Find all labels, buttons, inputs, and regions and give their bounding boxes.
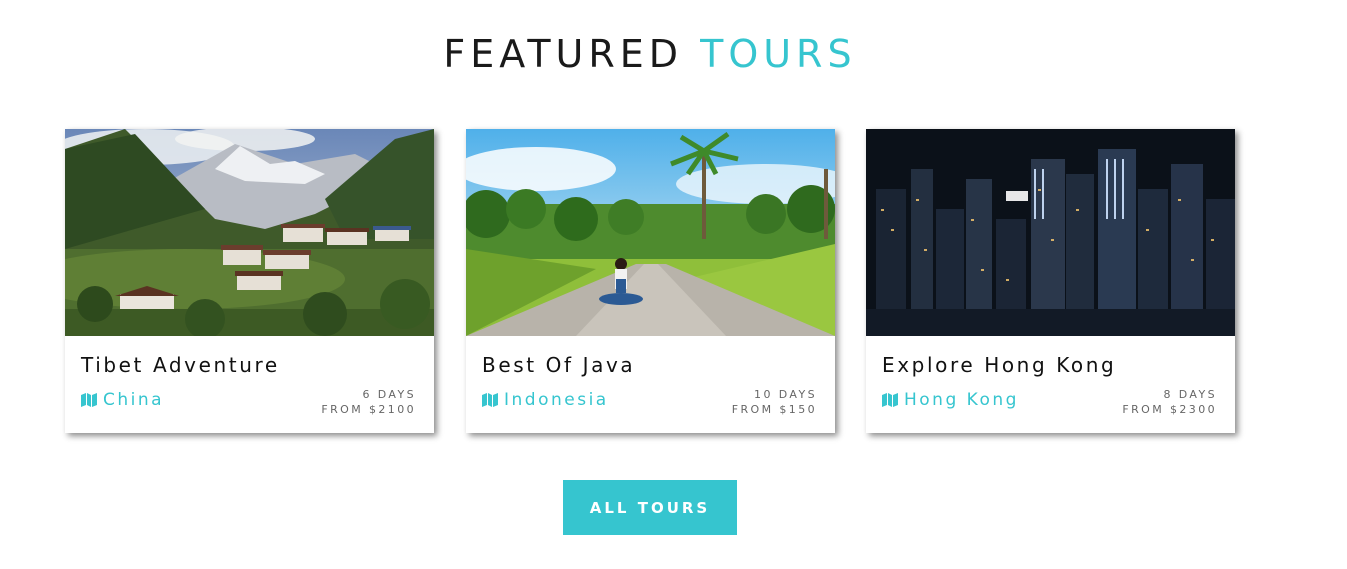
tour-location-label: Hong Kong (904, 390, 1019, 410)
tour-duration: 8 DAYS (1163, 388, 1217, 401)
tour-card[interactable]: Best Of Java Indonesia 10 DAYS FROM $150 (466, 129, 835, 433)
tour-meta: 10 DAYS FROM $150 (732, 387, 817, 417)
tour-location-label: Indonesia (504, 390, 609, 410)
tour-title[interactable]: Explore Hong Kong (882, 353, 1116, 377)
all-tours-button[interactable]: ALL TOURS (563, 480, 737, 535)
section-title-accent: TOURS (700, 32, 857, 76)
tour-location: Indonesia (482, 390, 609, 410)
map-icon (882, 393, 898, 407)
map-icon (81, 393, 97, 407)
tour-title[interactable]: Tibet Adventure (81, 353, 280, 377)
section-title: FEATURED TOURS (0, 32, 1300, 76)
tour-meta: 6 DAYS FROM $2100 (321, 387, 416, 417)
tour-duration: 6 DAYS (362, 388, 416, 401)
tour-price: FROM $2100 (321, 403, 416, 416)
tour-card-list: Tibet Adventure China 6 DAYS FROM $2100 (65, 129, 1265, 433)
tour-card[interactable]: Explore Hong Kong Hong Kong 8 DAYS FROM … (866, 129, 1235, 433)
map-icon (482, 393, 498, 407)
tour-photo-tibet[interactable] (65, 129, 434, 336)
section-title-main: FEATURED (443, 32, 684, 76)
tour-price: FROM $150 (731, 403, 817, 416)
tour-photo-hong-kong[interactable] (866, 129, 1235, 336)
tour-location: Hong Kong (882, 390, 1019, 410)
tour-duration: 10 DAYS (754, 388, 817, 401)
tour-location: China (81, 390, 164, 410)
tour-meta: 8 DAYS FROM $2300 (1122, 387, 1217, 417)
tour-card[interactable]: Tibet Adventure China 6 DAYS FROM $2100 (65, 129, 434, 433)
tour-price: FROM $2300 (1122, 403, 1217, 416)
tour-title[interactable]: Best Of Java (482, 353, 635, 377)
tour-photo-java[interactable] (466, 129, 835, 336)
tour-location-label: China (103, 390, 165, 410)
